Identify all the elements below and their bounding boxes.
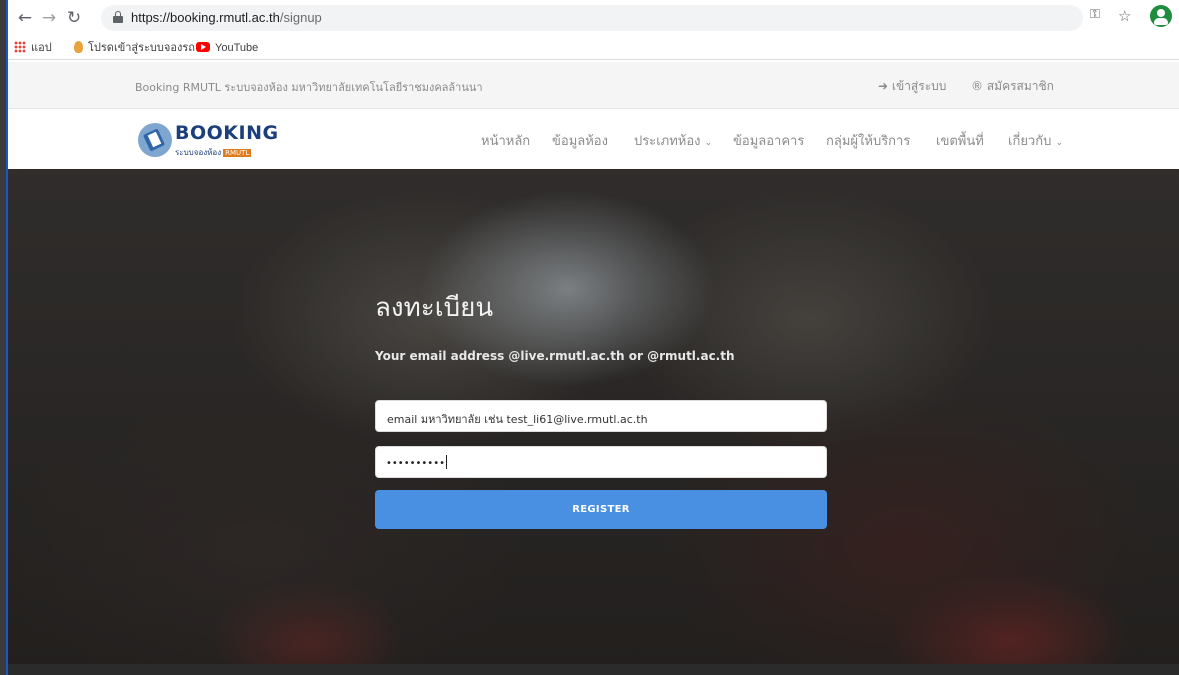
reload-icon[interactable]: ↻	[63, 7, 85, 29]
login-icon: ➜	[878, 79, 889, 93]
chevron-down-icon: ⌄	[1055, 138, 1064, 148]
bookmark-icon	[74, 41, 83, 53]
email-field[interactable]: email มหาวิทยาลัย เช่น test_li61@live.rm…	[375, 400, 827, 432]
nav-home[interactable]: หน้าหลัก	[481, 130, 530, 151]
main-navbar: BOOKING ระบบจองห้อง RMUTL หน้าหลัก ข้อมูล…	[8, 109, 1179, 169]
bookmark-car-booking[interactable]: โปรดเข้าสู่ระบบจองรถ	[74, 40, 195, 56]
nav-room-info[interactable]: ข้อมูลห้อง	[552, 130, 608, 151]
hero-background: ลงทะเบียน Your email address @live.rmutl…	[8, 169, 1179, 664]
login-link[interactable]: ➜ เข้าสู่ระบบ	[878, 77, 946, 96]
nav-room-types[interactable]: ประเภทห้อง ⌄	[634, 130, 712, 151]
lock-icon	[113, 11, 123, 23]
apps-icon	[14, 41, 26, 53]
bookmark-youtube[interactable]: YouTube	[196, 40, 258, 56]
browser-toolbar: ← → ↻ https://booking.rmutl.ac.th/signup…	[8, 0, 1179, 36]
nav-building-info[interactable]: ข้อมูลอาคาร	[733, 130, 804, 151]
password-field[interactable]: ••••••••••	[375, 446, 827, 478]
youtube-icon	[196, 42, 210, 52]
page-title: ลงทะเบียน	[375, 293, 494, 323]
nav-about[interactable]: เกี่ยวกับ ⌄	[1008, 130, 1063, 151]
register-link[interactable]: ® สมัครสมาชิก	[971, 77, 1054, 96]
url-text[interactable]: https://booking.rmutl.ac.th/signup	[131, 10, 322, 25]
site-topbar: Booking RMUTL ระบบจองห้อง มหาวิทยาลัยเทค…	[8, 62, 1179, 109]
site-logo[interactable]: BOOKING ระบบจองห้อง RMUTL	[138, 121, 278, 161]
browser-chrome: ← → ↻ https://booking.rmutl.ac.th/signup…	[8, 0, 1179, 62]
register-icon: ®	[971, 79, 983, 93]
logo-word: BOOKING	[175, 122, 279, 144]
password-value: ••••••••••	[386, 455, 447, 469]
logo-icon	[138, 123, 172, 157]
chevron-down-icon: ⌄	[704, 138, 713, 148]
logo-subtitle: ระบบจองห้อง RMUTL	[175, 148, 252, 157]
site-tagline: Booking RMUTL ระบบจองห้อง มหาวิทยาลัยเทค…	[135, 81, 483, 94]
profile-icon[interactable]	[1150, 5, 1172, 27]
footer-strip	[8, 664, 1179, 675]
bookmarks-bar: แอป โปรดเข้าสู่ระบบจองรถ YouTube	[8, 36, 1179, 60]
back-icon[interactable]: ←	[14, 7, 36, 29]
register-button[interactable]: REGISTER	[375, 490, 827, 529]
nav-service-groups[interactable]: กลุ่มผู้ให้บริการ	[826, 130, 910, 151]
email-hint: Your email address @live.rmutl.ac.th or …	[375, 349, 735, 363]
address-bar[interactable]: https://booking.rmutl.ac.th/signup	[101, 5, 1083, 31]
star-icon[interactable]: ☆	[1118, 7, 1131, 25]
key-icon[interactable]: ⚿	[1090, 7, 1100, 22]
nav-areas[interactable]: เขตพื้นที่	[936, 130, 984, 151]
email-value: email มหาวิทยาลัย เช่น test_li61@live.rm…	[387, 413, 648, 426]
bookmark-apps[interactable]: แอป	[14, 40, 52, 56]
forward-icon[interactable]: →	[38, 7, 60, 29]
window-edge	[0, 0, 8, 675]
